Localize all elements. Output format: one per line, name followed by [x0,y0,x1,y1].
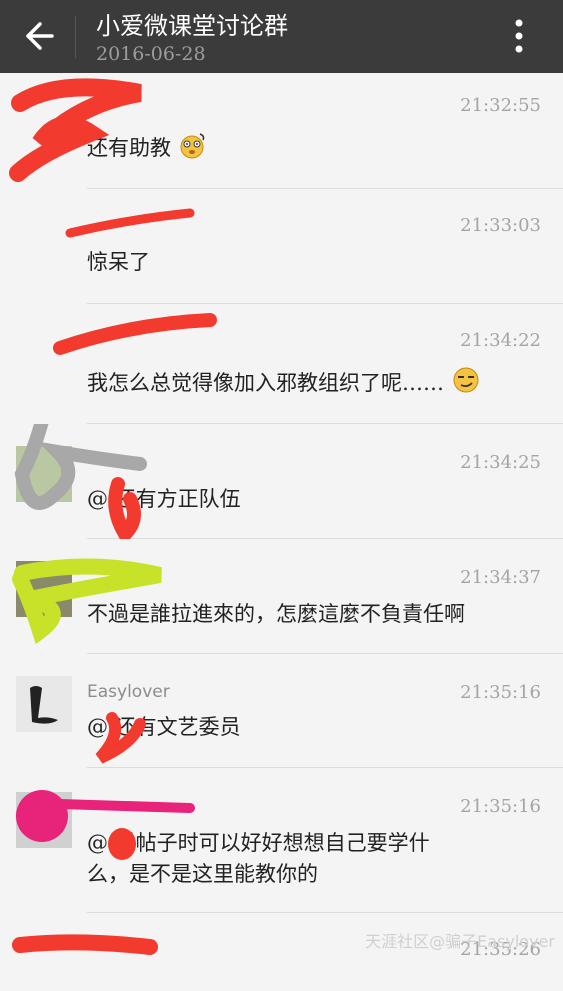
dizzy-face-emoji-icon [178,131,208,168]
smirk-emoji-icon [451,366,481,403]
message-time: 21:35:16 [460,796,541,817]
avatar[interactable] [16,792,72,848]
message-text: @ 还有文艺委员 [87,715,241,739]
message-text-line: @ 看帖子时可以好好想想自己要学什 [87,831,430,855]
header-divider [75,16,76,58]
back-arrow-icon[interactable] [18,18,58,54]
message-item[interactable]: 21:34:22 我怎么总觉得像加入邪教组织了呢…… [0,304,563,424]
avatar[interactable] [16,446,72,502]
message-item[interactable]: 21:34:37 不過是誰拉進來的，怎麼這麼不負責任啊 [0,539,563,654]
redaction-scribble [95,712,146,764]
avatar[interactable] [16,322,72,378]
message-time: 21:32:55 [460,95,541,116]
avatar[interactable] [16,935,72,991]
message-time: 21:34:22 [460,330,541,351]
avatar[interactable] [16,561,72,617]
message-text-content: 我怎么总觉得像加入邪教组织了呢…… [87,371,444,395]
more-vertical-icon[interactable] [507,16,531,56]
message-item[interactable]: 21:32:55 还有助教 [0,73,563,189]
message-item[interactable]: Easylover 21:35:16 @ 还有文艺委员 [0,654,563,768]
chat-title: 小爱微课堂讨论群 [96,12,288,40]
message-text-content: 还有助教 [87,136,171,160]
message-time: 21:34:25 [460,452,541,473]
message-text: 我怎么总觉得像加入邪教组织了呢…… [87,366,525,403]
redaction-scribble [12,558,162,645]
message-text: @ 看帖子时可以好好想想自己要学什 么，是不是这里能教你的 [87,828,525,890]
avatar[interactable] [16,676,72,732]
sender-name: Easylover [87,682,170,702]
watermark: 天涯社区@骗子Easylover [365,932,555,951]
chat-date: 2016-06-28 [96,43,206,65]
top-bar: 小爱微课堂讨论群 2016-06-28 [0,0,563,73]
message-time: 21:35:16 [460,682,541,703]
message-item[interactable]: 21:34:25 @ 还有方正队伍 [0,424,563,539]
message-time: 21:34:37 [460,567,541,588]
message-text: 不過是誰拉進來的，怎麼這麼不負責任啊 [87,602,465,626]
message-time: 21:33:03 [460,215,541,236]
message-text: @ 还有方正队伍 [87,487,241,511]
message-text: 惊呆了 [87,250,150,274]
message-item[interactable]: 21:33:03 惊呆了 [0,189,563,304]
redaction-scribble [53,313,217,355]
message-text: 还有助教 [87,131,525,168]
redaction-scribble [14,424,147,539]
message-item[interactable]: 21:35:16 @ 看帖子时可以好好想想自己要学什 么，是不是这里能教你的 [0,768,563,913]
avatar[interactable] [16,207,72,263]
message-text-line: 么，是不是这里能教你的 [87,862,318,886]
avatar[interactable] [16,93,72,149]
